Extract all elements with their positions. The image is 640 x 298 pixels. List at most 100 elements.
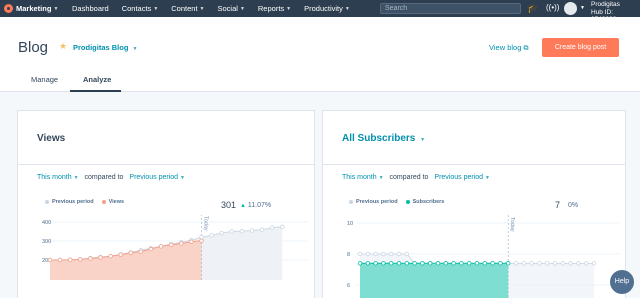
y-tick-label: 400: [42, 220, 51, 226]
subs-legend: Previous period Subscribers: [349, 199, 452, 205]
notifications-icon[interactable]: ((•)): [546, 3, 559, 13]
today-label: Today: [509, 217, 515, 232]
compare-period-dropdown[interactable]: Previous period ▼: [129, 174, 185, 181]
views-point: [148, 246, 154, 252]
legend-dot: [405, 200, 410, 204]
previous-period-point: [537, 261, 542, 266]
nav-productivity[interactable]: Productivity ▼: [304, 4, 350, 13]
chevron-down-icon: ▼: [199, 5, 205, 12]
help-button[interactable]: Help: [610, 270, 634, 294]
legend-dot: [349, 200, 353, 204]
legend-label: Previous period: [52, 199, 94, 205]
subscribers-point: [459, 261, 464, 266]
chevron-down-icon: ▼: [420, 137, 426, 143]
chevron-down-icon[interactable]: ▼: [580, 5, 585, 11]
views-point: [118, 252, 123, 257]
views-total: 301: [221, 200, 237, 210]
previous-period-point: [529, 261, 534, 266]
blog-selector[interactable]: Prodigitas Blog ▼: [73, 43, 137, 52]
tab-analyze[interactable]: Analyze: [83, 75, 111, 84]
chevron-down-icon: ▼: [73, 175, 79, 181]
divider: [323, 164, 625, 165]
legend-label: Subscribers: [412, 199, 445, 205]
subscribers-point: [373, 261, 378, 266]
previous-period-point: [280, 224, 285, 229]
subscribers-point: [388, 261, 394, 266]
views-change-value: 11.07%: [247, 202, 272, 209]
legend-label: Views: [108, 199, 125, 205]
subscribers-card: All Subscribers ▼ This month ▼ compared t…: [322, 110, 626, 298]
subscribers-chart: 6 8 10 Today: [347, 215, 619, 298]
legend-item-previous: Previous period: [45, 199, 94, 205]
previous-period-point: [544, 261, 550, 266]
page-header: Blog ★ Prodigitas Blog ▼ View blog ⧉ Cre…: [0, 17, 640, 92]
nav-content[interactable]: Content ▼: [171, 4, 204, 13]
blog-selector-label: Prodigitas Blog: [73, 43, 129, 52]
views-point: [78, 257, 83, 262]
view-blog-link[interactable]: View blog ⧉: [489, 43, 528, 53]
subscribers-dropdown[interactable]: All Subscribers ▼: [342, 133, 425, 144]
avatar[interactable]: [564, 2, 577, 15]
compared-to-label: compared to: [84, 174, 124, 181]
previous-period-point: [552, 261, 558, 266]
subscribers-total: 7: [555, 200, 561, 210]
compare-period-dropdown[interactable]: Previous period ▼: [434, 174, 490, 181]
subscribers-area: [360, 263, 509, 298]
marketing-menu[interactable]: Marketing ▼: [4, 4, 59, 13]
subscribers-point: [443, 261, 448, 266]
y-tick-label: 8: [347, 252, 350, 258]
previous-period-point: [404, 251, 409, 257]
y-tick-label: 6: [347, 283, 350, 289]
subscribers-point: [404, 261, 409, 266]
views-point: [199, 238, 204, 244]
views-chart: 200300400 Today: [42, 215, 308, 280]
legend-dot: [45, 200, 49, 204]
create-blog-post-button[interactable]: Create blog post: [542, 38, 619, 57]
subscribers-point: [490, 261, 495, 266]
previous-period-point: [357, 251, 363, 257]
subscribers-point: [466, 261, 472, 266]
academy-icon[interactable]: 🎓: [527, 3, 538, 13]
page-title: Blog: [18, 39, 49, 56]
subscribers-point: [498, 261, 503, 266]
previous-period-point: [591, 261, 597, 266]
subscribers-point: [435, 261, 441, 266]
views-point: [128, 250, 133, 255]
nav-dashboard-label: Dashboard: [72, 4, 109, 13]
compare-period-label: Previous period: [129, 174, 179, 181]
star-icon[interactable]: ★: [59, 41, 67, 52]
top-navigation: Marketing ▼ Dashboard Contacts ▼ Content ▼…: [0, 0, 640, 23]
subscribers-point: [412, 261, 417, 266]
views-point: [179, 241, 184, 246]
views-point: [138, 249, 144, 254]
nav-social[interactable]: Social ▼: [218, 4, 245, 13]
account-name: Prodigitas: [591, 1, 620, 8]
nav-contacts[interactable]: Contacts ▼: [122, 4, 159, 13]
subscribers-change: 0%: [568, 202, 579, 209]
previous-period-point: [229, 229, 234, 234]
legend-item-previous: Previous period: [349, 199, 398, 205]
subscribers-point: [381, 261, 386, 266]
search-input[interactable]: Search: [380, 3, 521, 14]
period-dropdown[interactable]: This month ▼: [342, 174, 384, 181]
hubspot-logo-icon: [4, 4, 13, 13]
legend-item-subscribers: Subscribers: [405, 199, 445, 205]
legend-item-views: Views: [101, 199, 125, 205]
y-tick-label: 300: [42, 239, 51, 245]
views-point: [189, 239, 194, 244]
subscribers-point: [420, 261, 425, 266]
previous-period-point: [513, 261, 519, 266]
previous-period-point: [373, 251, 378, 257]
tab-manage[interactable]: Manage: [31, 75, 58, 84]
divider: [18, 164, 314, 165]
nav-dashboard[interactable]: Dashboard: [72, 4, 109, 13]
nav-reports[interactable]: Reports ▼: [258, 4, 291, 13]
previous-period-point: [239, 228, 245, 234]
period-dropdown[interactable]: This month ▼: [37, 174, 79, 181]
nav-content-label: Content: [171, 4, 198, 13]
nav-productivity-label: Productivity: [304, 4, 343, 13]
chevron-down-icon: ▼: [239, 5, 245, 12]
previous-period-point: [269, 225, 275, 230]
chevron-down-icon: ▼: [53, 5, 59, 12]
marketing-label: Marketing: [16, 4, 52, 13]
